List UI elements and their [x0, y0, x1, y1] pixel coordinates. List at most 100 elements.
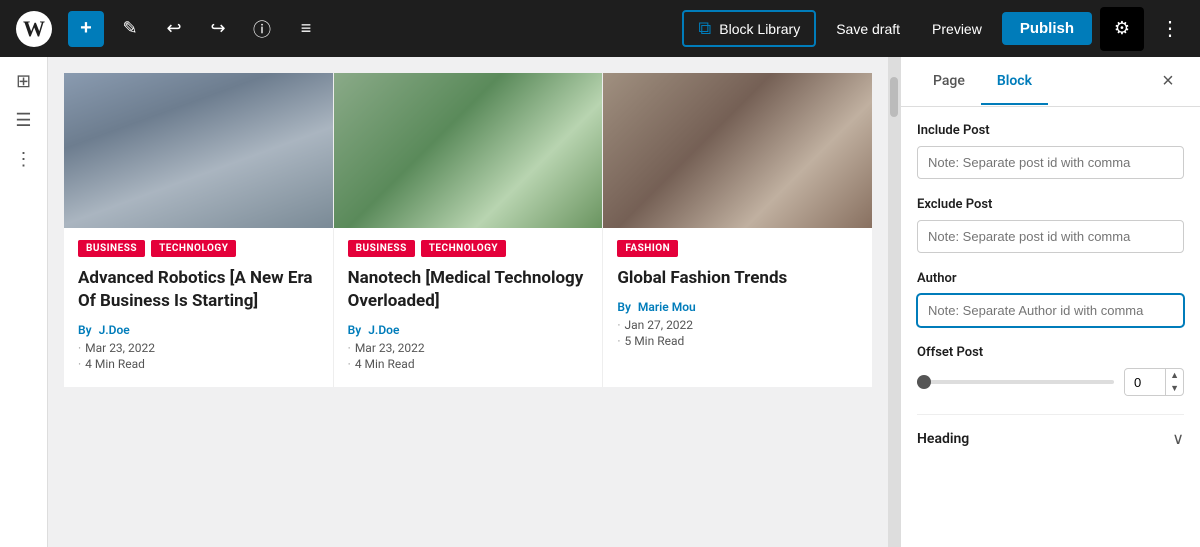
card-2-read-value: 4 Min Read	[355, 357, 415, 371]
tag-business-2: BUSINESS	[348, 240, 415, 257]
card-3-tags: FASHION	[617, 240, 858, 257]
redo-button[interactable]: ↪	[200, 11, 236, 47]
card-2-date: · Mar 23, 2022	[348, 341, 589, 355]
author-input[interactable]	[917, 294, 1184, 327]
card-3-author-label: By	[617, 300, 631, 314]
card-3-author: By Marie Mou	[617, 300, 858, 314]
card-3-date: · Jan 27, 2022	[617, 318, 858, 332]
card-1: BUSINESS TECHNOLOGY Advanced Robotics [A…	[64, 73, 334, 387]
offset-number: ▲ ▼	[1124, 368, 1184, 396]
card-1-author-label: By	[78, 323, 92, 337]
more-options-button[interactable]: ⋮	[1152, 12, 1188, 45]
left-sidebar: ⊞ ☰ ⋮	[0, 57, 48, 547]
panel-body: Include Post Exclude Post Author Offset …	[901, 107, 1200, 547]
save-draft-button[interactable]: Save draft	[824, 15, 912, 43]
dot-icon-5: ·	[617, 318, 620, 332]
offset-arrows: ▲ ▼	[1165, 369, 1183, 395]
info-button[interactable]: ⓘ	[244, 11, 280, 47]
card-1-date-value: Mar 23, 2022	[85, 341, 155, 355]
toolbar-right: ⧉ Block Library Save draft Preview Publi…	[682, 7, 1188, 51]
dot-icon-4: ·	[348, 357, 351, 371]
offset-post-section: Offset Post ▲ ▼	[917, 345, 1184, 396]
card-3-body: FASHION Global Fashion Trends By Marie M…	[603, 228, 872, 364]
card-1-read-value: 4 Min Read	[85, 357, 145, 371]
scroll-thumb[interactable]	[890, 77, 898, 117]
card-2: BUSINESS TECHNOLOGY Nanotech [Medical Te…	[334, 73, 604, 387]
block-library-icon: ⧉	[698, 18, 711, 39]
offset-row: ▲ ▼	[917, 368, 1184, 396]
grid-icon[interactable]: ⊞	[12, 67, 35, 96]
card-1-author-name[interactable]: J.Doe	[99, 323, 130, 337]
editor: BUSINESS TECHNOLOGY Advanced Robotics [A…	[48, 57, 888, 547]
tag-technology-1: TECHNOLOGY	[151, 240, 236, 257]
sidebar-more-icon[interactable]: ⋮	[11, 145, 37, 174]
wp-logo-circle: W	[16, 11, 52, 47]
card-2-image	[334, 73, 603, 228]
panel-header: Page Block ×	[901, 57, 1200, 107]
tag-business-1: BUSINESS	[78, 240, 145, 257]
card-1-meta: By J.Doe · Mar 23, 2022 · 4 Min Read	[78, 323, 319, 371]
block-library-button[interactable]: ⧉ Block Library	[682, 10, 816, 47]
exclude-post-label: Exclude Post	[917, 197, 1184, 212]
wp-logo: W	[12, 0, 56, 57]
toolbar: W + ✎ ↩ ↪ ⓘ ≡ ⧉ Block Library Save draft…	[0, 0, 1200, 57]
right-panel: Page Block × Include Post Exclude Post A…	[900, 57, 1200, 547]
content-area: ⊞ ☰ ⋮ BUSINESS TECHNOLOGY Advanced Robot…	[0, 57, 1200, 547]
card-3-meta: By Marie Mou · Jan 27, 2022 · 5 Min Read	[617, 300, 858, 348]
dot-icon: ·	[78, 341, 81, 355]
card-3-read-value: 5 Min Read	[624, 334, 684, 348]
scroll-track[interactable]	[888, 57, 900, 547]
wp-logo-text: W	[23, 16, 45, 42]
card-2-body: BUSINESS TECHNOLOGY Nanotech [Medical Te…	[334, 228, 603, 387]
heading-accordion[interactable]: Heading ∨	[917, 414, 1184, 452]
offset-post-label: Offset Post	[917, 345, 1184, 360]
card-3: FASHION Global Fashion Trends By Marie M…	[603, 73, 872, 387]
dot-icon-2: ·	[78, 357, 81, 371]
publish-button[interactable]: Publish	[1002, 12, 1092, 45]
card-2-title: Nanotech [Medical Technology Overloaded]	[348, 267, 589, 313]
settings-button[interactable]: ⚙	[1100, 7, 1144, 51]
card-3-date-value: Jan 27, 2022	[624, 318, 693, 332]
card-3-title: Global Fashion Trends	[617, 267, 858, 290]
card-3-image	[603, 73, 872, 228]
card-1-image	[64, 73, 333, 228]
add-block-button[interactable]: +	[68, 11, 104, 47]
card-2-author-label: By	[348, 323, 362, 337]
card-2-tags: BUSINESS TECHNOLOGY	[348, 240, 589, 257]
tab-page[interactable]: Page	[917, 59, 981, 105]
list-view-button[interactable]: ≡	[288, 11, 324, 47]
card-2-author: By J.Doe	[348, 323, 589, 337]
preview-button[interactable]: Preview	[920, 15, 994, 43]
offset-down-button[interactable]: ▼	[1166, 382, 1183, 395]
exclude-post-input[interactable]	[917, 220, 1184, 253]
author-section: Author	[917, 271, 1184, 327]
cards-container: BUSINESS TECHNOLOGY Advanced Robotics [A…	[64, 73, 872, 387]
include-post-label: Include Post	[917, 123, 1184, 138]
undo-button[interactable]: ↩	[156, 11, 192, 47]
card-2-date-value: Mar 23, 2022	[355, 341, 425, 355]
chevron-down-icon: ∨	[1172, 429, 1184, 448]
card-1-read: · 4 Min Read	[78, 357, 319, 371]
edit-button[interactable]: ✎	[112, 11, 148, 47]
offset-up-button[interactable]: ▲	[1166, 369, 1183, 382]
card-1-author: By J.Doe	[78, 323, 319, 337]
tab-block[interactable]: Block	[981, 59, 1048, 105]
card-3-author-name[interactable]: Marie Mou	[638, 300, 696, 314]
hamburger-icon[interactable]: ☰	[11, 106, 35, 135]
card-1-body: BUSINESS TECHNOLOGY Advanced Robotics [A…	[64, 228, 333, 387]
offset-slider[interactable]	[917, 380, 1114, 384]
tag-fashion: FASHION	[617, 240, 678, 257]
card-2-meta: By J.Doe · Mar 23, 2022 · 4 Min Read	[348, 323, 589, 371]
include-post-input[interactable]	[917, 146, 1184, 179]
block-library-label: Block Library	[719, 21, 800, 37]
card-2-read: · 4 Min Read	[348, 357, 589, 371]
tag-technology-2: TECHNOLOGY	[421, 240, 506, 257]
panel-close-button[interactable]: ×	[1152, 66, 1184, 98]
exclude-post-section: Exclude Post	[917, 197, 1184, 253]
author-label: Author	[917, 271, 1184, 286]
include-post-section: Include Post	[917, 123, 1184, 179]
card-1-tags: BUSINESS TECHNOLOGY	[78, 240, 319, 257]
offset-number-input[interactable]	[1125, 370, 1165, 395]
heading-accordion-label: Heading	[917, 431, 969, 447]
card-2-author-name[interactable]: J.Doe	[368, 323, 399, 337]
